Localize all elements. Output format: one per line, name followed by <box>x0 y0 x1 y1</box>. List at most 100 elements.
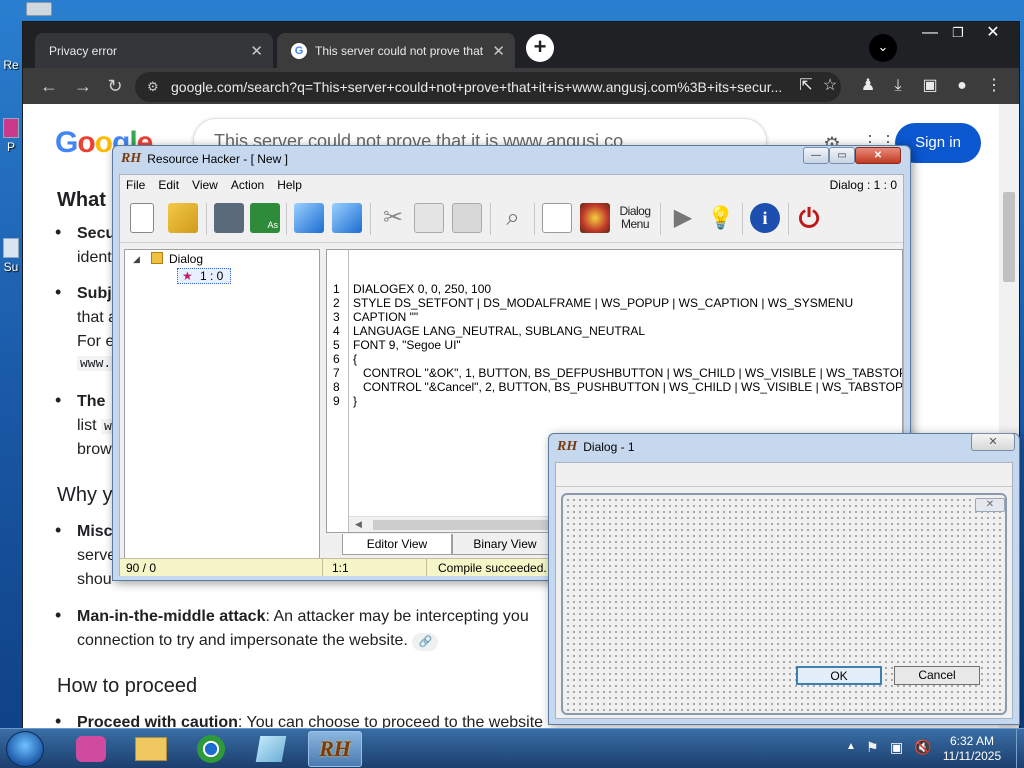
add-resource-icon[interactable] <box>542 203 572 233</box>
section-heading: How to proceed <box>57 675 198 697</box>
ok-button[interactable]: OK <box>796 666 882 685</box>
bookmark-star-icon[interactable]: ☆ <box>819 75 841 97</box>
cancel-button[interactable]: Cancel <box>894 666 980 685</box>
download-icon[interactable]: ⤓ <box>887 75 909 97</box>
lightbulb-icon[interactable]: 💡 <box>706 203 736 233</box>
desktop-icon-label: P <box>6 140 15 154</box>
tree-node-selected[interactable]: ★ 1 : 0 <box>177 268 231 284</box>
resource-hacker-logo-icon: RH <box>557 439 578 454</box>
show-hidden-icons-icon[interactable]: ▲ <box>846 741 856 752</box>
clock-date: 11/11/2025 <box>942 749 1002 763</box>
cut-icon[interactable]: ✂ <box>378 203 408 233</box>
volume-muted-icon[interactable]: 🔇 <box>914 739 931 756</box>
code-snippet: www. <box>77 356 115 371</box>
current-resource-label: Dialog : 1 : 0 <box>829 178 897 192</box>
clock-time: 6:32 AM <box>949 734 995 748</box>
site-info-icon[interactable]: ⚙ <box>147 72 159 102</box>
search-icon[interactable]: ⌕ <box>498 203 528 233</box>
menu-edit[interactable]: Edit <box>158 178 179 192</box>
info-icon[interactable]: i <box>750 203 780 233</box>
toolbar-separator <box>490 203 491 235</box>
close-window-icon[interactable]: ✕ <box>855 147 901 164</box>
side-panel-icon[interactable]: ▣ <box>919 75 941 97</box>
toolbar-separator <box>370 203 371 235</box>
forward-arrow-icon[interactable] <box>332 203 362 233</box>
save-icon[interactable] <box>214 203 244 233</box>
menu-icon[interactable]: ⋮ <box>983 75 1005 97</box>
reload-icon[interactable]: ↻ <box>103 75 127 97</box>
close-icon[interactable]: ✕ <box>975 498 1005 512</box>
dialog-menu-button[interactable]: Dialog Menu <box>616 205 654 231</box>
scrollbar-thumb[interactable] <box>1003 192 1015 282</box>
taskbar-app-cat[interactable] <box>64 731 118 767</box>
new-tab-button[interactable]: + <box>526 34 554 62</box>
bullet-text: The <box>77 393 106 410</box>
profile-icon[interactable]: ● <box>951 75 973 97</box>
resource-tree[interactable]: ◢ Dialog ★ 1 : 0 <box>124 249 320 559</box>
line-numbers: 123456789 <box>333 282 340 408</box>
maximize-icon[interactable]: ▭ <box>829 147 855 164</box>
run-script-icon[interactable]: ▶ <box>668 203 698 233</box>
desktop-icon-su[interactable]: Su <box>0 238 22 274</box>
menu-bar: File Edit View Action Help <box>120 175 903 195</box>
taskbar-resource-hacker[interactable]: RH <box>308 731 362 767</box>
tree-node-dialog[interactable]: Dialog <box>169 252 203 266</box>
add-image-icon[interactable] <box>580 203 610 233</box>
taskbar-notepad[interactable] <box>244 731 298 767</box>
start-button[interactable] <box>6 731 44 767</box>
link-icon[interactable]: 🔗 <box>412 633 439 651</box>
show-desktop-button[interactable] <box>1016 729 1024 768</box>
tab-binary-view[interactable]: Binary View <box>452 534 558 555</box>
minimize-icon[interactable]: — <box>915 22 945 44</box>
tab-search-button[interactable]: ⌄ <box>869 34 897 62</box>
paste-icon[interactable] <box>452 203 482 233</box>
scroll-left-icon[interactable]: ◀ <box>355 519 362 530</box>
tree-expander-icon[interactable]: ◢ <box>133 254 140 265</box>
close-icon[interactable]: ✕ <box>492 42 505 60</box>
menu-help[interactable]: Help <box>277 178 302 192</box>
exit-power-icon[interactable]: ⏻ <box>794 203 824 233</box>
forward-icon[interactable]: → <box>71 75 95 97</box>
toolbar-separator <box>206 203 207 235</box>
desktop-icon-p[interactable]: P <box>0 118 22 154</box>
clock[interactable]: 6:32 AM 11/11/2025 <box>930 734 1014 764</box>
close-window-icon[interactable]: ✕ <box>971 433 1015 451</box>
extension-icon[interactable]: ♟ <box>857 75 879 97</box>
dialog-design-surface[interactable]: ✕ OK Cancel <box>561 493 1007 715</box>
copy-icon[interactable] <box>414 203 444 233</box>
bullet: • <box>55 222 62 242</box>
toolbar-separator <box>660 203 661 235</box>
menu-file[interactable]: File <box>126 178 145 192</box>
close-icon[interactable]: ✕ <box>250 42 263 60</box>
open-folder-icon[interactable] <box>168 203 198 233</box>
app-icon <box>3 118 19 138</box>
tab-search[interactable]: G This server could not prove that ✕ <box>277 33 515 68</box>
save-as-icon[interactable]: As <box>250 203 280 233</box>
close-window-icon[interactable]: ✕ <box>978 22 1008 44</box>
action-center-icon[interactable]: ⚑ <box>866 739 879 756</box>
tab-editor-view[interactable]: Editor View <box>342 534 452 555</box>
taskbar-chrome[interactable] <box>184 731 238 767</box>
minimize-icon[interactable]: — <box>803 147 829 164</box>
desktop-icon-label: Su <box>3 260 19 274</box>
dialog-header-strip <box>556 463 1012 487</box>
menu-action[interactable]: Action <box>231 178 264 192</box>
bullet: • <box>55 520 62 540</box>
menu-view[interactable]: View <box>192 178 218 192</box>
browser-toolbar: ← → ↻ ⚙ google.com/search?q=This+server+… <box>23 68 1019 104</box>
window-title: RH Resource Hacker - [ New ] <box>121 151 288 167</box>
back-arrow-icon[interactable] <box>294 203 324 233</box>
share-icon[interactable]: ⇱ <box>795 75 817 97</box>
desktop-icon-re[interactable]: Re <box>0 58 22 72</box>
scrollbar-thumb[interactable] <box>373 520 573 530</box>
rh-toolbar: As ✂ ⌕ Dialog Menu ▶ 💡 i ⏻ <box>120 195 903 243</box>
tab-privacy-error[interactable]: Privacy error ✕ <box>35 33 273 68</box>
address-bar[interactable]: ⚙ google.com/search?q=This+server+could+… <box>135 72 841 102</box>
recycle-bin-icon[interactable] <box>22 0 56 18</box>
new-file-icon[interactable] <box>130 203 154 233</box>
window-title-text: Resource Hacker - [ New ] <box>147 152 288 166</box>
network-icon[interactable]: ▣ <box>890 739 903 756</box>
maximize-icon[interactable]: ❐ <box>943 22 973 44</box>
back-icon[interactable]: ← <box>37 75 61 97</box>
taskbar-file-explorer[interactable] <box>124 731 178 767</box>
